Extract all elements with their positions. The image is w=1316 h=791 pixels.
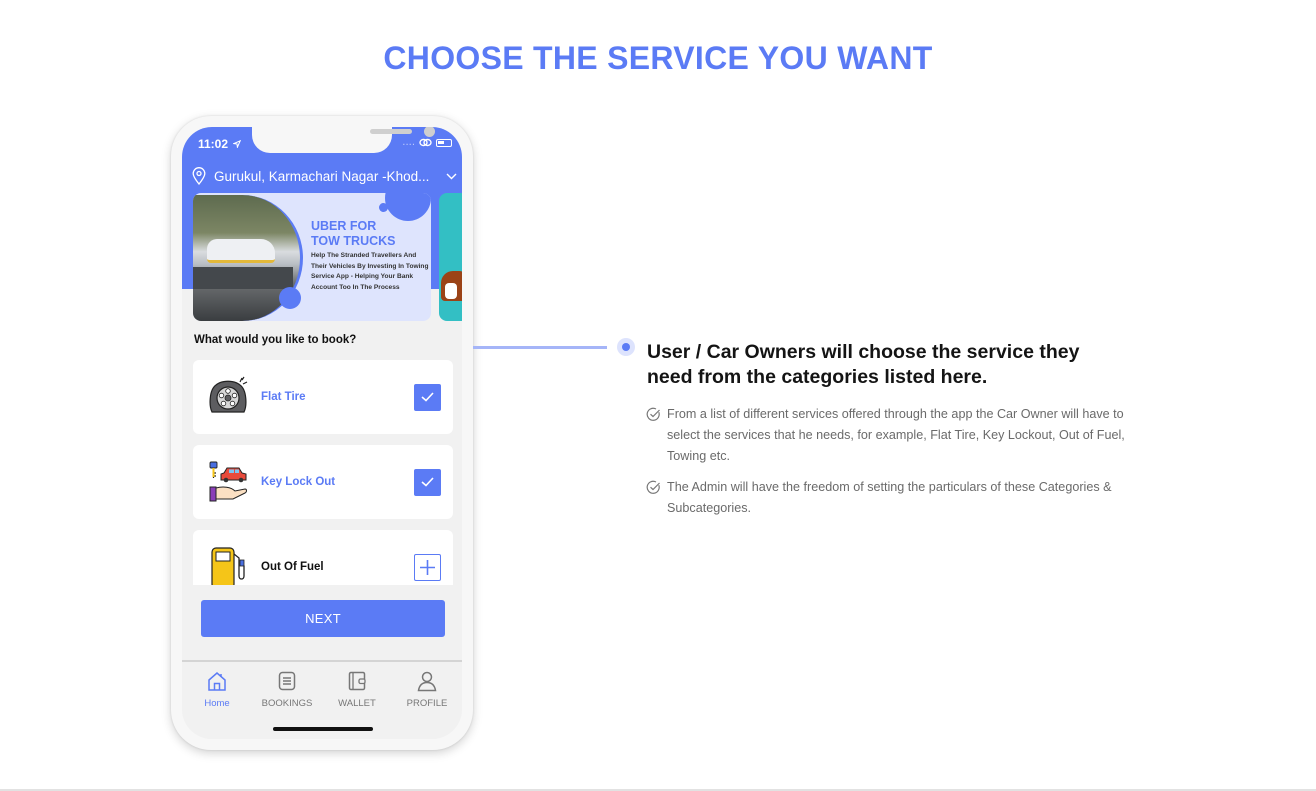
car-shape	[207, 239, 275, 263]
bookings-icon	[278, 671, 296, 691]
wallet-icon	[348, 671, 366, 691]
service-checkbox-unchecked[interactable]	[414, 553, 441, 581]
tab-wallet[interactable]: WALLET	[322, 670, 392, 709]
booking-prompt: What would you like to book?	[194, 334, 357, 346]
connector-dot-center	[622, 343, 630, 351]
key-lockout-icon	[209, 461, 247, 502]
banner-decoration-dot	[379, 203, 388, 212]
flat-tire-icon	[209, 376, 248, 413]
battery-icon	[436, 138, 452, 147]
truck-bed-shape	[193, 267, 293, 289]
status-time-text: 11:02	[198, 137, 229, 151]
banner-decoration	[385, 193, 431, 221]
link-icon	[419, 138, 432, 147]
next-button[interactable]: NEXT	[201, 600, 445, 637]
banner-decoration-small	[279, 287, 301, 309]
location-selector[interactable]: Gurukul, Karmachari Nagar -Khod...	[192, 167, 457, 185]
banner-heading-line1: UBER FOR	[311, 219, 377, 233]
banner-heading: UBER FOR TOW TRUCKS	[311, 219, 396, 249]
feature-point-text: The Admin will have the freedom of setti…	[667, 480, 1112, 515]
chevron-down-icon	[446, 173, 457, 179]
checkmark-icon	[421, 392, 434, 402]
tab-label: BOOKINGS	[261, 698, 313, 709]
phone-notch	[252, 127, 435, 153]
service-checkbox-checked[interactable]	[414, 468, 441, 496]
promo-banner[interactable]: UBER FOR TOW TRUCKS Help The Stranded Tr…	[193, 193, 431, 321]
feature-points-list: From a list of different services offere…	[646, 404, 1136, 529]
banner-heading-line2: TOW TRUCKS	[311, 234, 396, 248]
profile-icon	[417, 671, 437, 692]
service-card-out-of-fuel[interactable]: Out Of Fuel	[193, 530, 453, 585]
signal-dots: ....	[402, 137, 415, 148]
tab-label: Home	[204, 698, 230, 709]
service-label: Out Of Fuel	[261, 561, 324, 573]
home-icon	[208, 672, 226, 691]
location-arrow-icon	[232, 139, 242, 150]
feature-heading: User / Car Owners will choose the servic…	[647, 341, 1080, 388]
page-title: CHOOSE THE SERVICE YOU WANT	[383, 40, 933, 76]
phone-mockup: 11:02 .... Gurukul, Karmachari Nagar -Kh…	[171, 116, 473, 750]
service-card-key-lock-out[interactable]: Key Lock Out	[193, 445, 453, 519]
service-label: Flat Tire	[261, 391, 306, 403]
location-text: Gurukul, Karmachari Nagar -Khod...	[214, 168, 430, 184]
tab-home[interactable]: Home	[182, 670, 252, 709]
service-checkbox-checked[interactable]	[414, 383, 441, 411]
status-icons: ....	[402, 137, 452, 148]
map-pin-icon	[192, 167, 206, 185]
service-card-flat-tire[interactable]: Flat Tire	[193, 360, 453, 434]
tab-label: WALLET	[338, 698, 376, 709]
checkmark-icon	[421, 477, 434, 487]
status-time: 11:02	[198, 137, 242, 151]
feature-point-text: From a list of different services offere…	[667, 407, 1125, 463]
speaker-grille	[370, 129, 412, 134]
tab-bookings[interactable]: BOOKINGS	[252, 670, 322, 709]
feature-point: The Admin will have the freedom of setti…	[646, 477, 1136, 519]
plus-icon	[420, 559, 435, 575]
check-circle-icon	[646, 480, 660, 494]
feature-point: From a list of different services offere…	[646, 404, 1136, 467]
check-circle-icon	[646, 407, 660, 421]
dog-illustration	[441, 271, 462, 301]
phone-screen: 11:02 .... Gurukul, Karmachari Nagar -Kh…	[182, 127, 462, 739]
fuel-pump-icon	[211, 547, 245, 585]
connector-line	[473, 346, 607, 349]
home-indicator	[273, 727, 373, 731]
tab-profile[interactable]: PROFILE	[392, 670, 462, 709]
page: CHOOSE THE SERVICE YOU WANT 11:02 .... G…	[0, 0, 1316, 791]
banner-subtext: Help The Stranded Travellers And Their V…	[311, 252, 429, 291]
next-banner-peek[interactable]	[439, 193, 462, 321]
service-list: Flat Tire Key Lock Out Out Of Fuel	[193, 360, 453, 585]
tab-label: PROFILE	[406, 698, 448, 709]
service-label: Key Lock Out	[261, 476, 336, 488]
